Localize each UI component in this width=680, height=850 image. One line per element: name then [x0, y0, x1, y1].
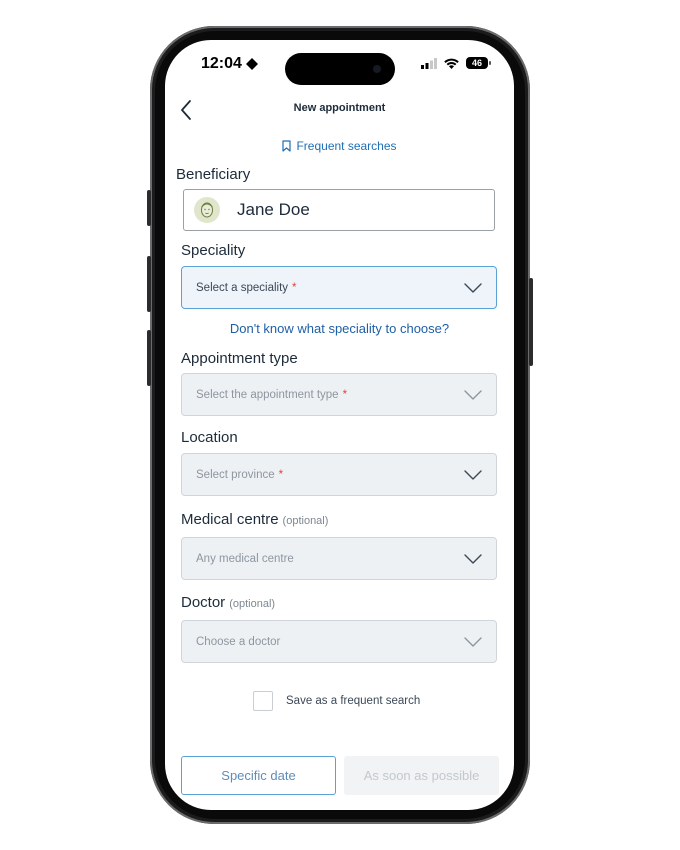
appointment-type-label: Appointment type	[181, 350, 298, 367]
frequent-searches-label: Frequent searches	[296, 139, 397, 153]
side-button-power	[529, 278, 533, 366]
as-soon-as-possible-button[interactable]: As soon as possible	[344, 756, 499, 795]
save-frequent-search-checkbox[interactable]	[253, 691, 273, 711]
speciality-select[interactable]: Select a speciality *	[181, 266, 497, 309]
chevron-down-icon	[464, 282, 482, 293]
beneficiary-name: Jane Doe	[237, 200, 310, 219]
beneficiary-selector[interactable]: Jane Doe	[183, 189, 495, 231]
speciality-placeholder: Select a speciality *	[196, 282, 297, 294]
user-face-icon	[201, 202, 213, 218]
doctor-placeholder: Choose a doctor	[196, 635, 281, 648]
chevron-down-icon	[464, 389, 482, 400]
location-label: Location	[181, 429, 238, 446]
medical-centre-select[interactable]: Any medical centre	[181, 537, 497, 580]
province-select[interactable]: Select province *	[181, 453, 497, 496]
speciality-label: Speciality	[181, 242, 246, 259]
save-frequent-search-row[interactable]: Save as a frequent search	[253, 691, 420, 711]
appointment-type-placeholder: Select the appointment type *	[196, 389, 347, 401]
doctor-select[interactable]: Choose a doctor	[181, 620, 497, 663]
app-header: New appointment	[165, 96, 514, 126]
bookmark-icon	[282, 140, 292, 152]
medical-centre-placeholder: Any medical centre	[196, 552, 294, 565]
save-frequent-search-label: Save as a frequent search	[286, 695, 421, 707]
medical-centre-label: Medical centre (optional)	[181, 511, 328, 528]
chevron-down-icon	[464, 469, 482, 480]
optional-tag: (optional)	[282, 515, 329, 527]
chevron-down-icon	[464, 636, 482, 647]
wifi-icon	[444, 58, 459, 69]
required-mark: *	[342, 388, 348, 401]
page-title: New appointment	[293, 102, 386, 114]
focus-mode-icon	[245, 58, 258, 70]
app-screen: 12:04 46 New appointment Frequent search…	[165, 40, 514, 810]
required-mark: *	[278, 468, 284, 481]
specific-date-button[interactable]: Specific date	[181, 756, 336, 795]
speciality-help-link[interactable]: Don't know what speciality to choose?	[165, 321, 514, 336]
medical-centre-label-text: Medical centre	[181, 511, 279, 528]
doctor-label-text: Doctor	[181, 594, 226, 611]
side-button-volume-down	[147, 330, 151, 386]
battery-icon: 46	[466, 57, 491, 69]
frequent-searches-link[interactable]: Frequent searches	[165, 139, 514, 153]
required-mark: *	[292, 281, 297, 294]
status-time-text: 12:04	[201, 55, 242, 72]
side-button-volume-up	[147, 256, 151, 312]
side-button-action	[147, 190, 151, 226]
beneficiary-label: Beneficiary	[176, 166, 251, 183]
dynamic-island	[285, 53, 395, 85]
battery-level: 46	[471, 58, 482, 68]
province-placeholder-text: Select province	[196, 468, 275, 481]
chevron-down-icon	[464, 553, 482, 564]
status-bar-time: 12:04	[201, 55, 258, 73]
optional-tag: (optional)	[229, 598, 276, 610]
appointment-type-placeholder-text: Select the appointment type	[196, 388, 339, 401]
doctor-label: Doctor (optional)	[181, 594, 275, 611]
camera-dot	[373, 65, 381, 73]
speciality-placeholder-text: Select a speciality	[196, 281, 289, 294]
status-bar-indicators: 46	[421, 57, 491, 69]
province-placeholder: Select province *	[196, 469, 283, 481]
cellular-signal-icon	[421, 57, 437, 69]
appointment-type-select[interactable]: Select the appointment type *	[181, 373, 497, 416]
avatar	[194, 197, 220, 223]
